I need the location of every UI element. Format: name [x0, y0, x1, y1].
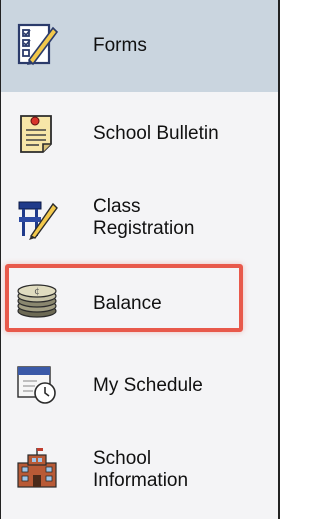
nav-item-label-line1: Class: [93, 196, 141, 217]
nav-item-school-bulletin[interactable]: School Bulletin: [1, 92, 278, 176]
nav-item-label: Balance: [93, 293, 162, 314]
nav-item-balance[interactable]: ¢ Balance: [1, 260, 278, 340]
forms-icon: [15, 22, 59, 66]
nav-item-label: Forms: [93, 35, 147, 56]
nav-item-label: My Schedule: [93, 375, 203, 396]
nav-item-label-line2: Information: [93, 470, 189, 491]
schedule-icon: [15, 362, 59, 406]
svg-text:¢: ¢: [34, 287, 40, 297]
bulletin-icon: [15, 112, 59, 156]
nav-item-class-registration[interactable]: Class Registration: [1, 176, 278, 260]
nav-item-label-line2: Registration: [93, 218, 195, 239]
nav-item-my-schedule[interactable]: My Schedule: [1, 340, 278, 422]
sidebar-nav: Forms School Bulletin Class Registration…: [0, 0, 280, 519]
coins-icon: ¢: [15, 278, 59, 322]
nav-item-label-line1: School: [93, 448, 152, 469]
school-building-icon: [15, 446, 59, 490]
class-registration-icon: [15, 196, 59, 240]
nav-item-forms[interactable]: Forms: [1, 0, 278, 92]
nav-item-school-information[interactable]: School Information: [1, 422, 278, 519]
nav-item-label: School Bulletin: [93, 123, 219, 144]
